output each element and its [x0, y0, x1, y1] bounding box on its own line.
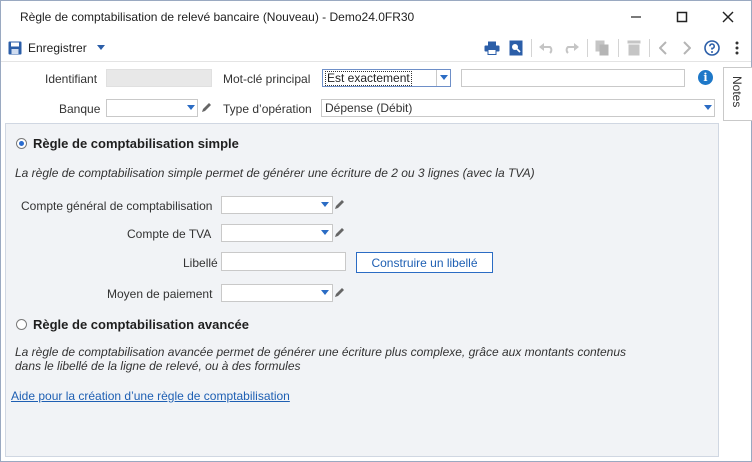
- advanced-rule-title[interactable]: Règle de comptabilisation avancée: [33, 317, 249, 332]
- keyword-operator-value: Est exactement: [325, 71, 412, 86]
- redo-icon[interactable]: [562, 37, 580, 59]
- simple-rule-radio[interactable]: [16, 138, 27, 149]
- libelle-input[interactable]: [221, 252, 346, 271]
- help-icon[interactable]: [703, 37, 721, 59]
- select-divider: [436, 70, 437, 86]
- identifiant-label: Identifiant: [45, 72, 98, 86]
- build-libelle-button[interactable]: Construire un libellé: [356, 252, 493, 273]
- account-combobox[interactable]: [221, 196, 333, 214]
- toolbar: Enregistrer: [1, 34, 751, 62]
- rule-window: Règle de comptabilisation de relevé banc…: [0, 0, 752, 462]
- chevron-down-icon[interactable]: [704, 105, 712, 110]
- advanced-rule-description-1: La règle de comptabilisation avancée per…: [15, 345, 627, 359]
- keyword-input[interactable]: [461, 69, 685, 87]
- info-icon[interactable]: i: [698, 70, 713, 85]
- keyword-label: Mot-clé principal: [223, 72, 311, 86]
- title-bar: Règle de comptabilisation de relevé banc…: [1, 1, 751, 33]
- toolbar-divider: [649, 39, 650, 57]
- print-icon[interactable]: [483, 37, 501, 59]
- vat-label: Compte de TVA: [127, 227, 212, 241]
- payment-label: Moyen de paiement: [107, 287, 213, 301]
- advanced-rule-description-2: dans le libellé de la ligne de relevé, o…: [15, 359, 301, 373]
- chevron-down-icon[interactable]: [321, 202, 329, 207]
- chevron-down-icon[interactable]: [321, 290, 329, 295]
- chevron-down-icon[interactable]: [95, 37, 107, 59]
- pencil-icon[interactable]: [334, 286, 346, 301]
- copy-icon[interactable]: [594, 37, 610, 59]
- maximize-icon[interactable]: [659, 1, 705, 33]
- operation-type-label: Type d’opération: [223, 102, 312, 116]
- next-icon[interactable]: [680, 37, 694, 59]
- identifiant-field: [106, 69, 212, 87]
- operation-type-value: Dépense (Débit): [325, 101, 413, 115]
- payment-combobox[interactable]: [221, 284, 333, 302]
- toolbar-divider: [587, 39, 588, 57]
- notes-tab[interactable]: Notes: [723, 67, 752, 121]
- pencil-icon[interactable]: [201, 101, 213, 116]
- toolbar-divider: [618, 39, 619, 57]
- window-title: Règle de comptabilisation de relevé banc…: [20, 10, 415, 24]
- advanced-rule-radio[interactable]: [16, 319, 27, 330]
- bank-combobox[interactable]: [106, 99, 198, 117]
- toolbar-divider: [531, 39, 532, 57]
- save-button[interactable]: Enregistrer: [28, 41, 87, 55]
- delete-icon[interactable]: [626, 37, 642, 59]
- print-preview-icon[interactable]: [508, 37, 524, 59]
- simple-rule-description: La règle de comptabilisation simple perm…: [15, 166, 535, 180]
- undo-icon[interactable]: [538, 37, 556, 59]
- libelle-label: Libellé: [183, 256, 218, 270]
- pencil-icon[interactable]: [334, 198, 346, 213]
- simple-rule-title[interactable]: Règle de comptabilisation simple: [33, 136, 239, 151]
- operation-type-select[interactable]: Dépense (Débit): [321, 99, 715, 117]
- chevron-down-icon[interactable]: [440, 75, 448, 80]
- close-icon[interactable]: [705, 1, 751, 33]
- save-icon[interactable]: [7, 37, 23, 59]
- keyword-operator-select[interactable]: Est exactement: [322, 69, 451, 87]
- account-label: Compte général de comptabilisation: [21, 199, 213, 213]
- notes-tab-label: Notes: [730, 76, 744, 108]
- minimize-icon[interactable]: [613, 1, 659, 33]
- vat-combobox[interactable]: [221, 224, 333, 242]
- help-link[interactable]: Aide pour la création d’une règle de com…: [11, 389, 290, 403]
- chevron-down-icon[interactable]: [321, 230, 329, 235]
- previous-icon[interactable]: [656, 37, 670, 59]
- chevron-down-icon[interactable]: [187, 105, 195, 110]
- bank-label: Banque: [59, 102, 101, 116]
- more-icon[interactable]: [731, 37, 743, 59]
- pencil-icon[interactable]: [334, 226, 346, 241]
